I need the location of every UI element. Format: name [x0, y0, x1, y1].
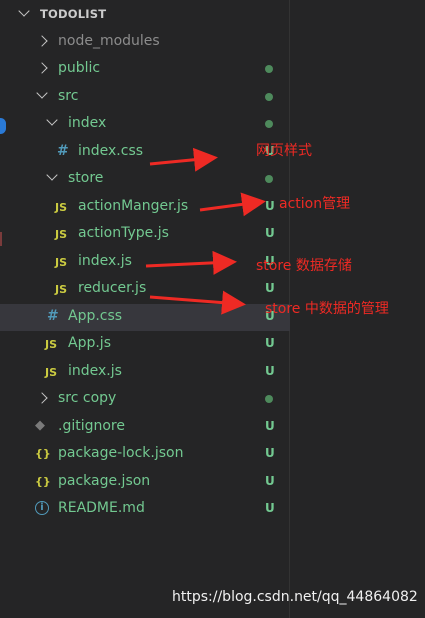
annotation-action-management: action管理: [279, 196, 351, 212]
tree-item-readme-md[interactable]: i README.md U: [0, 496, 290, 523]
tree-item-label: store: [68, 170, 104, 186]
tree-item-src-copy[interactable]: src copy: [0, 386, 290, 413]
chevron-down-icon: [36, 87, 48, 99]
untracked-badge: U: [265, 281, 275, 295]
git-file-icon: ◆: [35, 418, 45, 433]
tree-item-label: src copy: [58, 390, 117, 406]
tree-item-label: actionType.js: [78, 225, 169, 241]
modified-dot-icon: [265, 65, 273, 73]
tree-item-label: actionManger.js: [78, 198, 189, 214]
tree-item-index-folder[interactable]: index: [0, 111, 290, 138]
explorer-title: TODOLIST: [40, 7, 107, 21]
tree-item-actionmanger-js[interactable]: JS actionManger.js U: [0, 194, 290, 221]
tree-item-src-index-js[interactable]: JS index.js U: [0, 359, 290, 386]
js-file-icon: JS: [55, 283, 68, 296]
js-file-icon: JS: [55, 201, 68, 214]
untracked-badge: U: [265, 336, 275, 350]
annotation-page-style: 网页样式: [256, 143, 312, 159]
js-file-icon: JS: [55, 256, 68, 269]
tree-item-store-index-js[interactable]: JS index.js U: [0, 249, 290, 276]
chevron-right-icon: [36, 392, 48, 404]
modified-dot-icon: [265, 120, 273, 128]
json-file-icon: {}: [35, 475, 51, 488]
watermark-url: https://blog.csdn.net/qq_44864082: [172, 589, 418, 605]
tree-item-store-folder[interactable]: store: [0, 166, 290, 193]
tree-item-gitignore[interactable]: ◆ .gitignore U: [0, 414, 290, 441]
tree-item-label: App.css: [68, 308, 123, 324]
css-file-icon: #: [47, 308, 59, 324]
untracked-badge: U: [265, 199, 275, 213]
tree-item-label: package-lock.json: [58, 445, 184, 461]
untracked-badge: U: [265, 364, 275, 378]
tree-item-reducer-js[interactable]: JS reducer.js U: [0, 276, 290, 303]
tree-item-label: App.js: [68, 335, 111, 351]
untracked-badge: U: [265, 474, 275, 488]
tree-item-label: index.js: [68, 363, 122, 379]
tree-item-label: README.md: [58, 500, 145, 516]
chevron-down-icon: [46, 169, 58, 181]
chevron-right-icon: [36, 35, 48, 47]
modified-dot-icon: [265, 395, 273, 403]
info-file-icon: i: [35, 501, 49, 515]
untracked-badge: U: [265, 226, 275, 240]
tree-item-app-js[interactable]: JS App.js U: [0, 331, 290, 358]
tree-item-label: index.js: [78, 253, 132, 269]
tree-item-package-json[interactable]: {} package.json U: [0, 469, 290, 496]
tree-item-label: reducer.js: [78, 280, 147, 296]
css-file-icon: #: [57, 143, 69, 159]
json-file-icon: {}: [35, 447, 51, 460]
untracked-badge: U: [265, 446, 275, 460]
js-file-icon: JS: [55, 228, 68, 241]
annotation-store-data: store 数据存储: [256, 258, 352, 274]
tree-item-label: .gitignore: [58, 418, 125, 434]
tree-item-public[interactable]: public: [0, 56, 290, 83]
js-file-icon: JS: [45, 366, 58, 379]
untracked-badge: U: [265, 501, 275, 515]
tree-item-label: index: [68, 115, 107, 131]
tree-item-label: index.css: [78, 143, 144, 159]
untracked-badge: U: [265, 419, 275, 433]
tree-item-src[interactable]: src: [0, 84, 290, 111]
chevron-down-icon: [46, 114, 58, 126]
tree-item-label: package.json: [58, 473, 151, 489]
annotation-store-management: store 中数据的管理: [265, 301, 389, 317]
tree-item-label: node_modules: [58, 33, 160, 49]
tree-item-label: src: [58, 88, 79, 104]
chevron-right-icon: [36, 62, 48, 74]
tree-item-index-css[interactable]: # index.css U: [0, 139, 290, 166]
modified-dot-icon: [265, 175, 273, 183]
tree-item-app-css[interactable]: # App.css U: [0, 304, 290, 331]
explorer-header[interactable]: TODOLIST: [0, 0, 290, 30]
tree-item-node-modules[interactable]: node_modules: [0, 29, 290, 56]
js-file-icon: JS: [45, 338, 58, 351]
tree-item-actiontype-js[interactable]: JS actionType.js U: [0, 221, 290, 248]
modified-dot-icon: [265, 93, 273, 101]
chevron-down-icon: [18, 5, 30, 17]
tree-item-label: public: [58, 60, 101, 76]
tree-item-package-lock-json[interactable]: {} package-lock.json U: [0, 441, 290, 468]
